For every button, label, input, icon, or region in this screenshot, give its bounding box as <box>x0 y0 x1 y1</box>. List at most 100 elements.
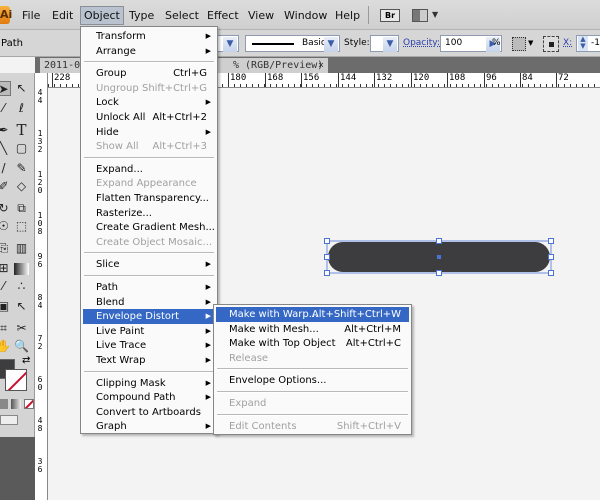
ruler-tick <box>408 84 409 87</box>
menu-item-create-gradient-mesh[interactable]: Create Gradient Mesh... <box>83 220 215 235</box>
swap-fill-stroke-icon[interactable]: ⇄ <box>22 355 30 366</box>
blob-brush-tool-icon[interactable]: ✐ <box>0 179 11 194</box>
menu-file[interactable]: File <box>19 8 43 23</box>
menu-item-label: Live Trace <box>96 340 147 352</box>
menu-object[interactable]: Object <box>80 6 124 25</box>
ruler-tick <box>396 84 397 87</box>
menu-item-live-trace[interactable]: Live Trace ▶ <box>83 338 215 353</box>
x-label[interactable]: X: <box>563 38 572 48</box>
stroke-none-swatch[interactable] <box>5 369 27 391</box>
free-transform-tool-icon[interactable]: ⬚ <box>14 219 29 234</box>
menu-item-group[interactable]: Group Ctrl+G <box>83 66 215 81</box>
menu-item-text-wrap[interactable]: Text Wrap ▶ <box>83 353 215 368</box>
recolor-icon[interactable] <box>512 37 526 51</box>
pencil-tool-icon[interactable]: ✎ <box>14 161 29 176</box>
menu-item-envelope-options[interactable]: Envelope Options... <box>216 373 409 388</box>
mesh-tool-icon[interactable]: ⊞ <box>0 261 11 276</box>
menu-item-convert-to-artboards[interactable]: Convert to Artboards <box>83 405 215 420</box>
artboard-tool-icon[interactable]: ⌗ <box>0 321 11 336</box>
magic-wand-tool-icon[interactable]: ⁄ <box>0 101 11 116</box>
selection-tool-icon[interactable]: ➤ <box>0 81 11 96</box>
chevron-down-icon[interactable]: ▼ <box>528 39 533 47</box>
handle[interactable] <box>548 254 554 260</box>
eraser-tool-icon[interactable]: ◇ <box>14 179 29 194</box>
menu-item-clipping-mask[interactable]: Clipping Mask ▶ <box>83 376 215 391</box>
handle[interactable] <box>324 238 330 244</box>
handle[interactable] <box>436 270 442 276</box>
menu-item-make-with-warp[interactable]: Make with Warp... Alt+Shift+Ctrl+W <box>216 307 409 322</box>
menu-item-path[interactable]: Path ▶ <box>83 280 215 295</box>
menu-window[interactable]: Window <box>281 8 330 23</box>
menu-item-make-with-top-object[interactable]: Make with Top Object Alt+Ctrl+C <box>216 336 409 351</box>
menu-item-hide[interactable]: Hide ▶ <box>83 125 215 140</box>
stroke-weight-dropdown[interactable]: ▼ <box>215 35 239 52</box>
menu-item-unlock-all[interactable]: Unlock All Alt+Ctrl+2 <box>83 110 215 125</box>
blend-tool-icon[interactable]: ∴ <box>14 279 29 294</box>
menu-effect[interactable]: Effect <box>204 8 242 23</box>
handle[interactable] <box>548 270 554 276</box>
ruler-tick <box>300 84 301 87</box>
ruler-tick <box>468 84 469 87</box>
menu-item-envelope-distort[interactable]: Envelope Distort ▶ <box>83 309 215 325</box>
menu-item-expand[interactable]: Expand... <box>83 162 215 177</box>
arrange-dropdown-arrow-icon[interactable]: ▼ <box>432 10 438 19</box>
handle[interactable] <box>548 238 554 244</box>
close-tab-icon[interactable]: × <box>318 58 324 73</box>
rectangle-tool-icon[interactable]: ▢ <box>14 141 29 156</box>
zoom-tool-icon[interactable]: 🔍 <box>14 339 29 354</box>
paintbrush-tool-icon[interactable]: / <box>0 161 11 176</box>
direct-selection-tool-icon[interactable]: ↖ <box>14 81 29 96</box>
menu-item-label: Text Wrap <box>96 355 146 366</box>
menu-item-compound-path[interactable]: Compound Path ▶ <box>83 390 215 405</box>
vertical-ruler[interactable]: 44 132 120 108 96 84 72 60 48 36 <box>35 73 48 500</box>
stroke-profile-dropdown[interactable]: Basic ▼ <box>245 35 340 52</box>
handle[interactable] <box>324 270 330 276</box>
handle[interactable] <box>324 254 330 260</box>
live-paint-selection-tool-icon[interactable]: ↖ <box>14 299 29 314</box>
reference-point-icon[interactable] <box>543 36 559 52</box>
slice-tool-icon[interactable]: ✂ <box>14 321 29 336</box>
menu-item-rasterize[interactable]: Rasterize... <box>83 206 215 221</box>
menu-item-slice[interactable]: Slice ▶ <box>83 257 215 272</box>
menu-item-flatten-transparency[interactable]: Flatten Transparency... <box>83 191 215 206</box>
type-tool-icon[interactable]: T <box>14 123 29 138</box>
line-tool-icon[interactable]: ╲ <box>0 141 11 156</box>
color-mode-icon[interactable] <box>0 399 8 409</box>
spinner-icon[interactable]: ▲ ▼ <box>578 36 588 51</box>
menu-view[interactable]: View <box>245 8 277 23</box>
none-mode-icon[interactable] <box>24 399 34 409</box>
ruler-tick-label: 36 <box>37 457 43 474</box>
menu-help[interactable]: Help <box>332 8 363 23</box>
gradient-tool-icon[interactable] <box>14 263 29 275</box>
menu-item-blend[interactable]: Blend ▶ <box>83 295 215 310</box>
menu-type[interactable]: Type <box>126 8 157 23</box>
screen-mode-icon[interactable] <box>0 415 18 425</box>
menu-item-lock[interactable]: Lock ▶ <box>83 95 215 110</box>
opacity-link[interactable]: Opacity: <box>403 38 440 48</box>
menu-item-make-with-mesh[interactable]: Make with Mesh... Alt+Ctrl+M <box>216 322 409 337</box>
ruler-tick <box>312 84 313 87</box>
menu-item-live-paint[interactable]: Live Paint ▶ <box>83 324 215 339</box>
warp-tool-icon[interactable]: ☉ <box>0 219 11 234</box>
style-dropdown[interactable]: ▼ <box>370 35 399 52</box>
menu-edit[interactable]: Edit <box>49 8 76 23</box>
x-input[interactable]: ▲ ▼ -1 <box>576 35 600 52</box>
envelope-distort-submenu: Make with Warp... Alt+Shift+Ctrl+W Make wi… <box>213 304 412 435</box>
arrange-documents-icon[interactable] <box>412 9 428 22</box>
handle[interactable] <box>436 238 442 244</box>
hand-tool-icon[interactable]: ✋ <box>0 339 11 354</box>
column-graph-tool-icon[interactable]: ▥ <box>14 241 29 256</box>
scale-tool-icon[interactable]: ⧉ <box>14 201 29 216</box>
pen-tool-icon[interactable]: ✒ <box>0 123 11 138</box>
menu-item-transform[interactable]: Transform ▶ <box>83 29 215 44</box>
menu-item-graph[interactable]: Graph ▶ <box>83 419 215 434</box>
eyedropper-tool-icon[interactable]: ⁄ <box>0 279 11 294</box>
gradient-mode-icon[interactable] <box>11 399 21 409</box>
symbol-sprayer-tool-icon[interactable]: ⎘ <box>0 241 11 256</box>
bridge-icon[interactable]: Br <box>380 9 400 22</box>
live-paint-tool-icon[interactable]: ▣ <box>0 299 11 314</box>
menu-select[interactable]: Select <box>162 8 202 23</box>
menu-item-arrange[interactable]: Arrange ▶ <box>83 44 215 59</box>
lasso-tool-icon[interactable]: ℓ <box>14 101 29 116</box>
rotate-tool-icon[interactable]: ↻ <box>0 201 11 216</box>
